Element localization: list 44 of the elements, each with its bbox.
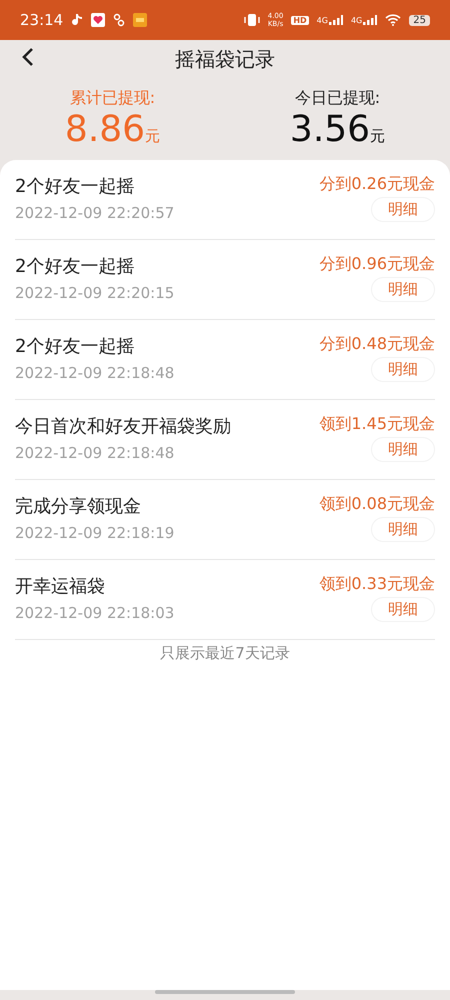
record-reward: 分到0.26元现金 [319,174,435,195]
details-button[interactable]: 明细 [371,437,435,462]
record-reward: 领到1.45元现金 [319,414,435,435]
record-title: 2个好友一起摇 [15,255,136,278]
app-icon [91,13,106,27]
battery-indicator: 25 [409,14,430,26]
music-note-icon [71,13,84,27]
record-reward: 分到0.48元现金 [319,334,435,355]
summary-label: 累计已提现: [70,88,156,109]
record-title: 完成分享领现金 [15,495,142,518]
record-title: 2个好友一起摇 [15,175,136,198]
currency-unit: 元 [145,127,160,146]
record-title: 今日首次和好友开福袋奖励 [15,415,231,438]
details-button[interactable]: 明细 [371,597,435,622]
currency-unit: 元 [370,127,386,146]
details-button[interactable]: 明细 [371,197,435,222]
record-reward: 分到0.96元现金 [319,254,435,275]
network-type: 4G [350,16,362,25]
record-title: 开幸运福袋 [15,575,106,598]
record-reward: 领到0.08元现金 [319,494,435,515]
details-button[interactable]: 明细 [371,517,435,542]
status-time: 23:14 [20,11,64,29]
signal-icon [363,15,378,25]
record-time: 2022-12-09 22:18:48 [15,364,174,382]
footer-note: 只展示最近7天记录 [159,643,291,663]
record-reward: 领到0.33元现金 [319,574,435,595]
summary-label: 今日已提现: [294,88,380,109]
details-button[interactable]: 明细 [371,277,435,302]
record-time: 2022-12-09 22:18:03 [15,604,174,622]
details-button[interactable]: 明细 [371,357,435,382]
record-title: 2个好友一起摇 [15,335,136,358]
wifi-icon [385,14,402,26]
vibrate-icon [244,13,260,27]
page-title: 摇福袋记录 [175,46,275,72]
record-time: 2022-12-09 22:20:57 [15,204,174,222]
record-time: 2022-12-09 22:20:15 [15,284,174,302]
signal-icon [328,15,343,25]
summary-amount: 3.56 [290,109,370,151]
record-time: 2022-12-09 22:18:19 [15,524,174,542]
record-time: 2022-12-09 22:18:48 [15,444,176,462]
network-type: 4G [316,16,328,25]
app-icon [133,13,148,27]
summary-amount: 8.86 [64,109,146,151]
hd-badge: HD [291,16,309,24]
